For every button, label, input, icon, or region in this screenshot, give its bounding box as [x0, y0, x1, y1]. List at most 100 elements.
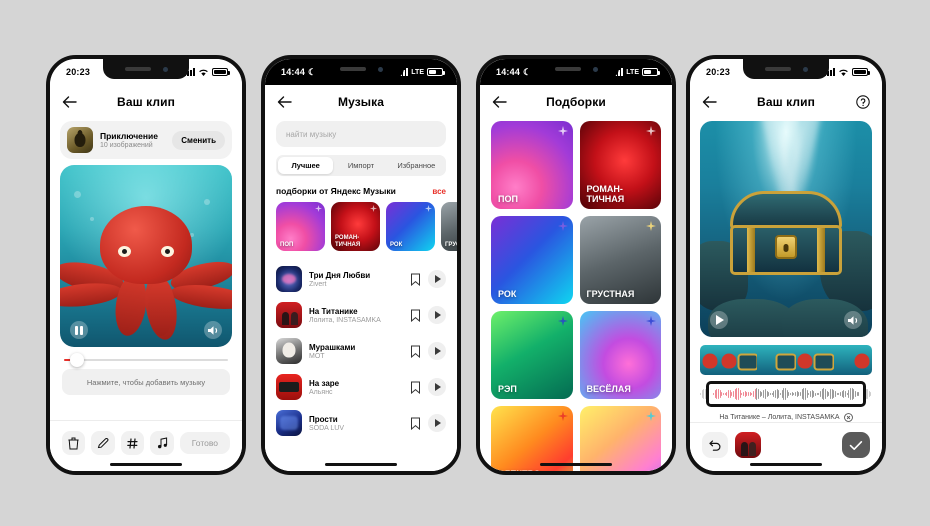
play-icon[interactable]	[428, 378, 446, 396]
list-item[interactable]: Три Дня Любви Zivert	[276, 261, 446, 297]
collection-card-sad[interactable]: ГРУСТНАЯ	[579, 216, 661, 304]
phone-2-screen: 14:44 ☾ LTE Музыка найти музыку Лучшее И…	[265, 59, 457, 471]
list-item[interactable]: На заре Альянс	[276, 369, 446, 405]
back-arrow-icon[interactable]	[277, 95, 293, 109]
back-arrow-icon[interactable]	[62, 95, 78, 109]
tab-import[interactable]: Импорт	[333, 157, 388, 174]
song-artist: SODA LUV	[309, 424, 345, 432]
collection-card-fun[interactable]: ВЕСЁЛАЯ	[579, 311, 661, 399]
status-bar: 14:44 ☾ LTE	[265, 59, 457, 85]
play-icon[interactable]	[428, 414, 446, 432]
playlist-card-rock[interactable]: РОК	[386, 202, 435, 251]
edit-tool-icon[interactable]	[91, 431, 115, 455]
album-title: Приключение	[100, 131, 158, 141]
music-tool-icon[interactable]	[150, 431, 174, 455]
list-item[interactable]: На Титанике Лолита, INSTASAMKA	[276, 297, 446, 333]
collection-card-rock[interactable]: РОК	[491, 216, 573, 304]
collection-card-rap[interactable]: РЭП	[491, 311, 573, 399]
bookmark-icon[interactable]	[410, 273, 421, 286]
film-frame	[814, 345, 834, 375]
play-icon[interactable]	[428, 270, 446, 288]
song-meta: Мурашками MOT	[309, 343, 403, 360]
collection-card-romantic[interactable]: РОМАН- ТИЧНАЯ	[579, 121, 661, 209]
nav-bar: Подборки	[480, 85, 672, 119]
change-album-button[interactable]: Сменить	[172, 130, 225, 150]
battery-icon	[852, 68, 870, 76]
moon-icon: ☾	[308, 66, 317, 77]
octopus-head	[100, 206, 192, 285]
collection-card-pop[interactable]: ПОП	[491, 121, 573, 209]
album-art	[276, 410, 302, 436]
help-icon[interactable]	[856, 95, 870, 109]
film-frame	[700, 345, 720, 375]
network-label: LTE	[626, 68, 639, 76]
bookmark-icon[interactable]	[410, 309, 421, 322]
playlist-card-label: РОМАН- ТИЧНАЯ	[335, 235, 361, 248]
waveform-selection[interactable]	[706, 381, 866, 407]
album-art	[276, 302, 302, 328]
device-notch	[533, 59, 619, 79]
wifi-icon	[199, 69, 208, 76]
treasure-chest-preview[interactable]	[700, 121, 872, 337]
tab-favorites[interactable]: Избранное	[389, 157, 444, 174]
album-selector-row[interactable]: Приключение 10 изображений Сменить	[60, 121, 232, 159]
back-arrow-icon[interactable]	[492, 95, 508, 109]
network-label: LTE	[411, 68, 424, 76]
back-arrow-icon[interactable]	[702, 95, 718, 109]
page-title: Подборки	[546, 95, 606, 109]
octopus-preview[interactable]	[60, 165, 232, 347]
filmstrip-timeline[interactable]	[700, 345, 872, 375]
battery-icon	[212, 68, 230, 76]
sparkle-icon	[646, 221, 656, 231]
speaker-icon[interactable]	[844, 311, 862, 329]
adventure-thumbnail-icon	[67, 127, 93, 153]
done-button[interactable]: Готово	[179, 432, 230, 454]
playlist-card-sad[interactable]: ГРУСТНАЯ	[441, 202, 457, 251]
play-icon[interactable]	[428, 306, 446, 324]
status-bar: 14:44 ☾ LTE	[480, 59, 672, 85]
search-input[interactable]: найти музыку	[276, 121, 446, 147]
status-bar: 20:23	[690, 59, 882, 85]
play-icon[interactable]	[428, 342, 446, 360]
song-artist: MOT	[309, 352, 325, 360]
speaker-grill	[554, 67, 581, 71]
close-icon[interactable]	[843, 413, 853, 422]
delete-tool-icon[interactable]	[62, 431, 86, 455]
playlist-card-romantic[interactable]: РОМАН- ТИЧНАЯ	[331, 202, 380, 251]
audio-waveform[interactable]	[700, 381, 872, 407]
playlist-card-pop[interactable]: ПОП	[276, 202, 325, 251]
play-icon[interactable]	[710, 311, 728, 329]
add-music-button[interactable]: Нажмите, чтобы добавить музыку	[62, 369, 230, 395]
see-all-link[interactable]: все	[432, 187, 446, 196]
track-thumbnail[interactable]	[735, 432, 761, 458]
song-title: Прости	[309, 414, 338, 424]
bookmark-icon[interactable]	[410, 381, 421, 394]
check-icon[interactable]	[842, 432, 870, 458]
front-camera	[802, 66, 808, 72]
status-time-group: 20:23	[66, 67, 90, 77]
undo-icon[interactable]	[702, 432, 728, 458]
song-meta: На Титанике Лолита, INSTASAMKA	[309, 307, 403, 324]
nav-bar: Музыка	[265, 85, 457, 119]
timeline-slider[interactable]	[64, 353, 228, 367]
section-title: подборки от Яндекс Музыки	[276, 186, 396, 196]
hashtag-tool-icon[interactable]	[120, 431, 145, 455]
battery-icon	[427, 68, 445, 76]
music-browser-body: найти музыку Лучшее Импорт Избранное под…	[265, 119, 457, 471]
speaker-icon[interactable]	[204, 321, 222, 339]
list-item[interactable]: Прости SODA LUV	[276, 405, 446, 441]
collection-card-electronic[interactable]: ЭЛЕКТРО- НИКА	[491, 406, 573, 471]
bookmark-icon[interactable]	[410, 345, 421, 358]
home-indicator	[110, 463, 182, 466]
segmented-tabs: Лучшее Импорт Избранное	[276, 155, 446, 176]
tentacle	[168, 281, 232, 313]
collection-card-kids[interactable]: ДЕТСКАЯ	[579, 406, 661, 471]
tab-luchshee[interactable]: Лучшее	[278, 157, 334, 174]
pause-icon[interactable]	[70, 321, 88, 339]
status-time: 14:44	[496, 67, 521, 77]
slider-handle[interactable]	[70, 353, 85, 367]
sparkle-icon	[557, 411, 568, 421]
front-camera	[162, 66, 168, 72]
list-item[interactable]: Мурашками MOT	[276, 333, 446, 369]
bookmark-icon[interactable]	[410, 417, 421, 430]
